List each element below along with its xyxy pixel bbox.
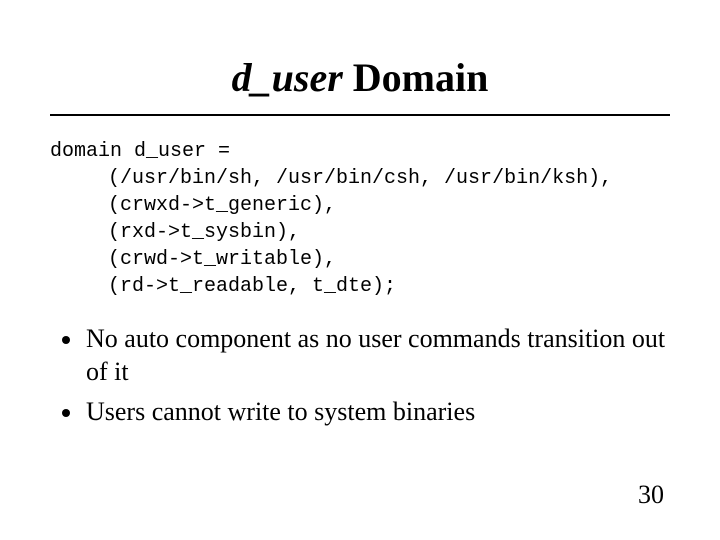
code-line-6: (rd->t_readable, t_dte); (50, 273, 670, 300)
bullet-list: No auto component as no user commands tr… (50, 322, 670, 428)
title-wrap: d_user Domain (50, 56, 670, 100)
code-line-3: (crwxd->t_generic), (50, 192, 670, 219)
bullet-item: No auto component as no user commands tr… (84, 322, 670, 389)
title-rest: Domain (343, 55, 489, 100)
slide-title: d_user Domain (232, 56, 489, 100)
code-line-4: (rxd->t_sysbin), (50, 219, 670, 246)
title-italic: d_user (232, 55, 343, 100)
code-line-2: (/usr/bin/sh, /usr/bin/csh, /usr/bin/ksh… (50, 165, 670, 192)
page-number: 30 (638, 480, 664, 510)
slide: d_user Domain domain d_user =(/usr/bin/s… (0, 0, 720, 540)
code-line-1: domain d_user = (50, 138, 670, 165)
title-rule (50, 114, 670, 116)
bullet-item: Users cannot write to system binaries (84, 395, 670, 428)
code-line-5: (crwd->t_writable), (50, 246, 670, 273)
code-block: domain d_user =(/usr/bin/sh, /usr/bin/cs… (50, 138, 670, 300)
